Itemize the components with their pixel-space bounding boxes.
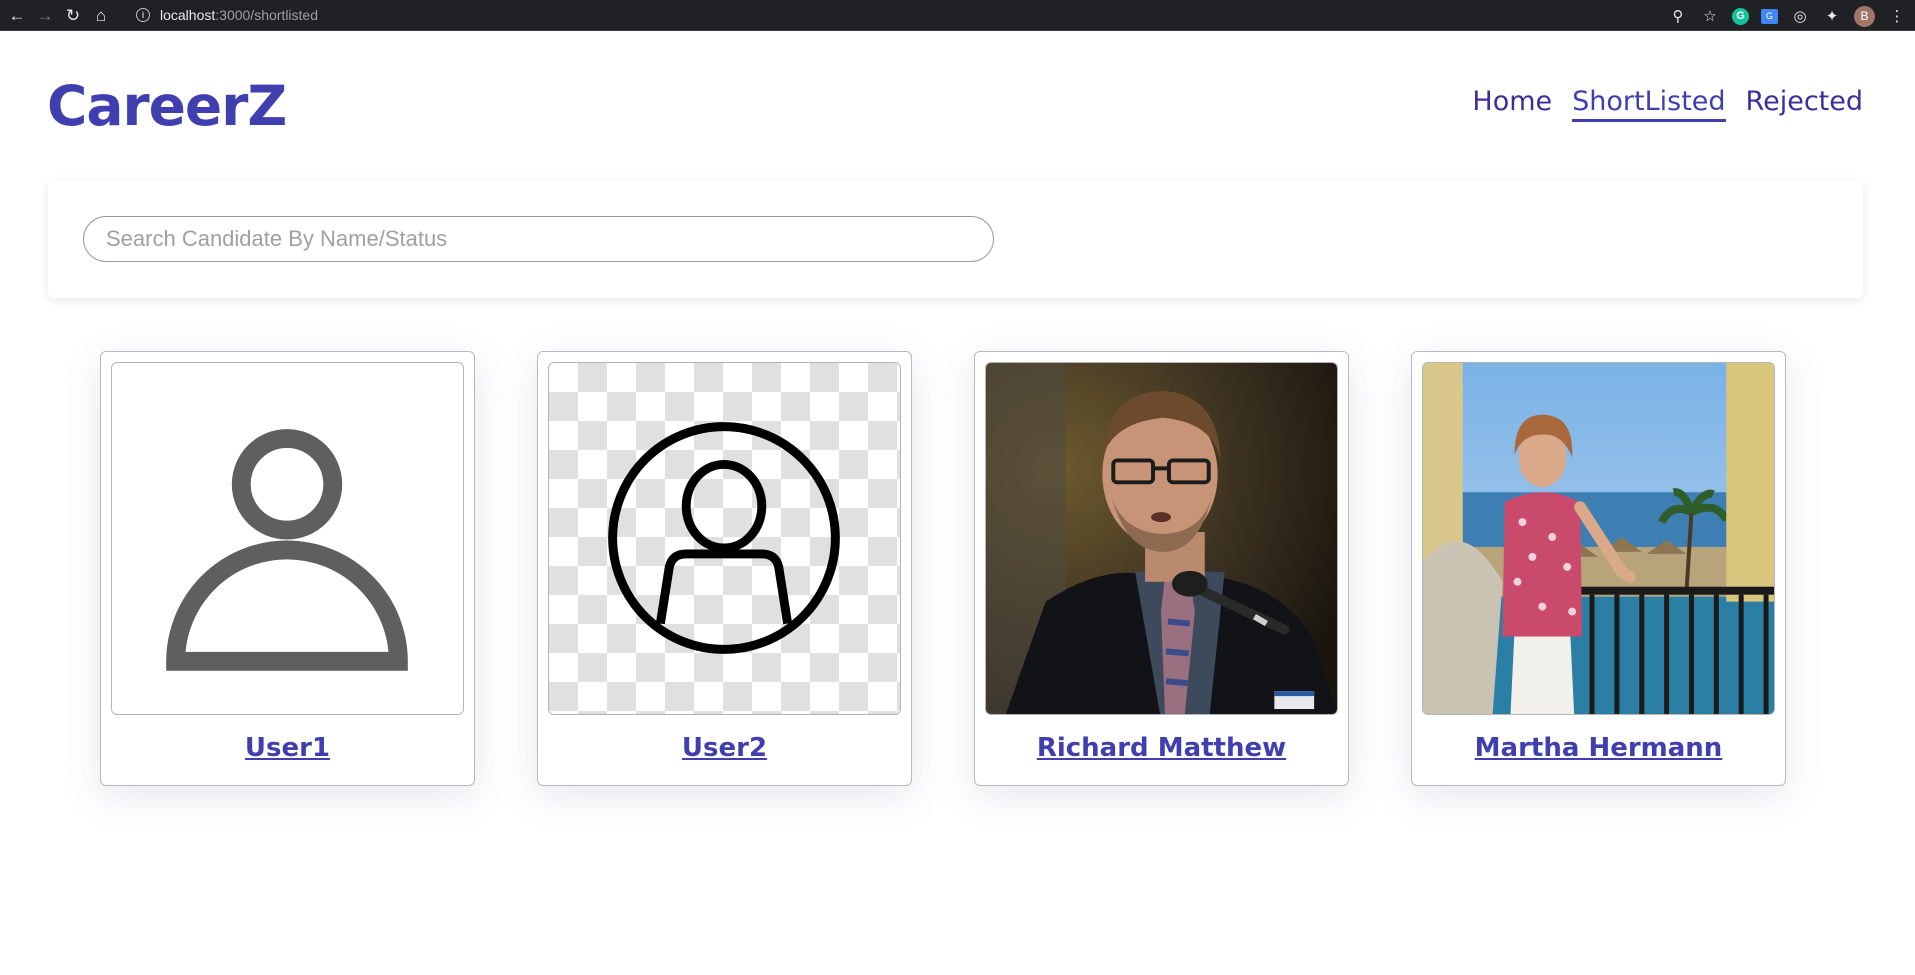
- forward-arrow-icon[interactable]: →: [34, 4, 56, 26]
- profile-avatar[interactable]: B: [1854, 5, 1875, 27]
- zoom-icon[interactable]: ⚲: [1668, 6, 1688, 26]
- candidate-card[interactable]: User1: [100, 351, 475, 786]
- candidate-grid: User1 User2 Richard Matthew Martha Herma…: [100, 351, 1786, 786]
- grammarly-extension-icon[interactable]: G: [1732, 7, 1749, 25]
- translate-extension-icon[interactable]: G: [1761, 8, 1778, 24]
- default-avatar-icon[interactable]: [111, 362, 464, 715]
- reload-icon[interactable]: ↻: [62, 4, 84, 26]
- search-input[interactable]: [83, 216, 994, 262]
- candidate-name-link[interactable]: Martha Hermann: [1412, 733, 1785, 763]
- circle-avatar-icon[interactable]: [548, 362, 901, 715]
- candidate-name-link[interactable]: User2: [538, 733, 911, 763]
- nav-shortlisted[interactable]: ShortListed: [1572, 86, 1726, 122]
- woman-on-balcony-photo[interactable]: [1422, 362, 1775, 715]
- candidate-card[interactable]: Martha Hermann: [1411, 351, 1786, 786]
- site-info-icon[interactable]: i: [136, 8, 150, 22]
- nav-rejected[interactable]: Rejected: [1746, 86, 1863, 122]
- candidate-name-link[interactable]: Richard Matthew: [975, 733, 1348, 763]
- bookmark-star-icon[interactable]: ☆: [1700, 6, 1720, 26]
- candidate-card[interactable]: User2: [537, 351, 912, 786]
- candidate-card[interactable]: Richard Matthew: [974, 351, 1349, 786]
- brand-logo[interactable]: CareerZ: [47, 74, 287, 138]
- url-host: localhost: [160, 7, 216, 23]
- browser-toolbar: ← → ↻ ⌂ i localhost:3000/shortlisted ⚲ ☆…: [0, 0, 1915, 31]
- search-panel: [48, 181, 1863, 298]
- puzzle-extensions-icon[interactable]: ✦: [1822, 6, 1842, 26]
- man-at-microphone-photo[interactable]: [985, 362, 1338, 715]
- main-nav: Home ShortListed Rejected: [1472, 86, 1863, 122]
- address-bar[interactable]: i localhost:3000/shortlisted: [136, 2, 1671, 28]
- nav-home[interactable]: Home: [1472, 86, 1552, 122]
- back-arrow-icon[interactable]: ←: [6, 4, 28, 26]
- candidate-name-link[interactable]: User1: [101, 733, 474, 763]
- menu-kebab-icon[interactable]: ⋮: [1887, 6, 1907, 26]
- home-icon[interactable]: ⌂: [90, 4, 112, 26]
- record-extension-icon[interactable]: ◎: [1790, 6, 1810, 26]
- url-path: :3000/shortlisted: [215, 7, 318, 23]
